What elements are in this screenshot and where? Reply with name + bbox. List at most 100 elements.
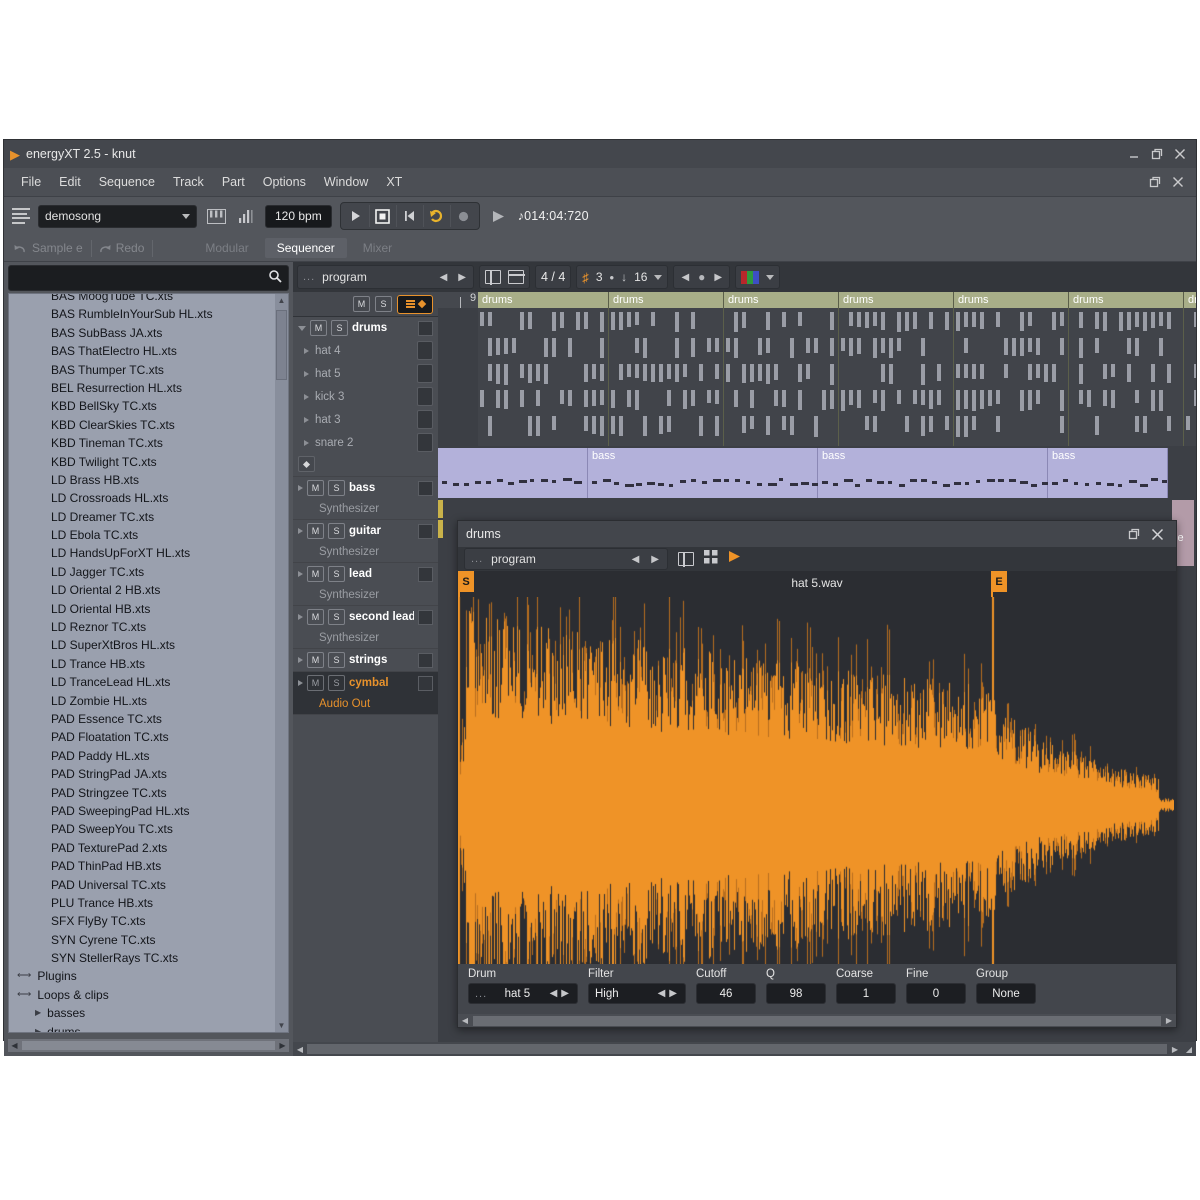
sample-overflow-dots-icon[interactable]: ... <box>471 553 483 565</box>
track-header[interactable]: MSdrumshat 4hat 5kick 3hat 3snare 2 <box>293 317 438 477</box>
scroll-thumb[interactable] <box>276 310 287 380</box>
param-next-arrow-icon[interactable]: ▶ <box>667 988 679 999</box>
drum-clip[interactable]: drums <box>839 292 954 446</box>
h-scroll-thumb[interactable] <box>22 1041 275 1050</box>
scroll-down-arrow-icon[interactable]: ▼ <box>275 1019 288 1032</box>
nav-dot-icon[interactable]: ● <box>698 270 705 284</box>
track-menu-button[interactable] <box>397 295 433 314</box>
browser-vertical-scrollbar[interactable]: ▲ ▼ <box>275 294 288 1032</box>
param-field[interactable]: 98 <box>766 983 826 1004</box>
split-horizontal-icon[interactable] <box>508 270 524 284</box>
file-item[interactable]: PAD ThinPad HB.xts <box>9 857 288 875</box>
subtrack-row[interactable]: hat 5 <box>293 362 438 385</box>
color-swatch[interactable] <box>741 271 759 284</box>
sample-part-selector[interactable]: ... program ◀ ▶ <box>464 548 668 570</box>
next-arrow-icon[interactable]: ▶ <box>456 272 468 283</box>
drum-clip[interactable]: drums <box>1069 292 1184 446</box>
track-header[interactable]: MScymbalAudio Out <box>293 672 438 715</box>
track-mute-button[interactable]: M <box>310 320 327 336</box>
tab-mixer[interactable]: Mixer <box>351 238 404 258</box>
track-header[interactable]: MSleadSynthesizer <box>293 563 438 606</box>
file-item[interactable]: LD Ebola TC.xts <box>9 526 288 544</box>
record-button[interactable] <box>451 205 477 227</box>
param-prev-arrow-icon[interactable]: ◀ <box>548 988 560 999</box>
waveform-display[interactable]: hat 5.wav S E <box>458 571 1176 964</box>
folder-arrow-icon[interactable]: ▶ <box>35 1023 41 1033</box>
bpm-field[interactable]: 120 bpm <box>265 205 332 228</box>
file-item[interactable]: LD Oriental 2 HB.xts <box>9 581 288 599</box>
file-item[interactable]: KBD BellSky TC.xts <box>9 397 288 415</box>
drum-clip[interactable]: dr <box>1184 292 1196 446</box>
file-item[interactable]: BAS RumbleInYourSub HL.xts <box>9 305 288 323</box>
sample-editor-scrollbar[interactable]: ◀ ▶ <box>458 1014 1176 1027</box>
file-item[interactable]: BAS ThatElectro HL.xts <box>9 342 288 360</box>
redo-button[interactable]: Redo <box>96 240 154 257</box>
subtrack-row[interactable]: hat 4 <box>293 339 438 362</box>
color-chip[interactable] <box>753 271 759 284</box>
file-item[interactable]: LD Oriental HB.xts <box>9 600 288 618</box>
param-field[interactable]: 46 <box>696 983 756 1004</box>
track-header[interactable]: MSbassSynthesizer <box>293 477 438 520</box>
track-slot[interactable] <box>418 321 433 336</box>
file-item[interactable]: PAD Essence TC.xts <box>9 710 288 728</box>
expand-arrow-icon[interactable] <box>298 614 303 620</box>
sample-scroll-thumb[interactable] <box>473 1016 1161 1026</box>
subtrack-slot[interactable] <box>417 433 433 452</box>
undo-button[interactable]: Sample e <box>12 240 92 257</box>
subtrack-row[interactable]: hat 3 <box>293 408 438 431</box>
bass-clip[interactable]: bass <box>588 448 818 498</box>
menu-item-window[interactable]: Window <box>315 173 377 191</box>
file-item[interactable]: LD Brass HB.xts <box>9 471 288 489</box>
file-item[interactable]: LD Crossroads HL.xts <box>9 489 288 507</box>
tab-modular[interactable]: Modular <box>193 238 260 258</box>
subtrack-slot[interactable] <box>417 341 433 360</box>
scroll-left-arrow-icon[interactable]: ◀ <box>8 1041 21 1050</box>
tab-sequencer[interactable]: Sequencer <box>265 238 347 258</box>
browser-root-item[interactable]: ⟷Loops & clips <box>9 986 288 1004</box>
stop-button[interactable] <box>370 205 397 227</box>
keyboard-icon[interactable] <box>205 206 227 226</box>
param-next-arrow-icon[interactable]: ▶ <box>559 988 571 999</box>
scroll-up-arrow-icon[interactable]: ▲ <box>275 294 288 307</box>
document-restore-icon[interactable] <box>1149 176 1161 188</box>
overflow-dots-icon[interactable]: ... <box>303 271 315 283</box>
menu-item-sequence[interactable]: Sequence <box>90 173 164 191</box>
menu-item-xt[interactable]: XT <box>377 173 411 191</box>
sample-prev-arrow-icon[interactable]: ◀ <box>630 554 642 565</box>
minimize-icon[interactable] <box>1129 149 1140 160</box>
sample-scroll-left-icon[interactable]: ◀ <box>458 1016 472 1025</box>
sample-play-triangle-icon[interactable] <box>728 550 741 568</box>
track-solo-button[interactable]: S <box>328 652 345 668</box>
track-header[interactable]: MSstrings <box>293 649 438 672</box>
file-item[interactable]: PAD Paddy HL.xts <box>9 747 288 765</box>
seq-scroll-right-icon[interactable]: ▶ <box>1168 1045 1182 1054</box>
subtrack-slot[interactable] <box>417 364 433 383</box>
expand-arrow-icon[interactable] <box>304 440 309 446</box>
param-field[interactable]: ...hat 5◀▶ <box>468 983 578 1004</box>
file-item[interactable]: PAD Stringzee TC.xts <box>9 784 288 802</box>
browser-folder-item[interactable]: ▶drums <box>9 1023 288 1033</box>
expand-arrow-icon[interactable] <box>298 528 303 534</box>
file-item[interactable]: LD Jagger TC.xts <box>9 563 288 581</box>
color-picker-group[interactable] <box>735 265 780 289</box>
subtrack-slot[interactable] <box>417 387 433 406</box>
drum-clip[interactable]: drums <box>954 292 1069 446</box>
menu-item-file[interactable]: File <box>12 173 50 191</box>
browser-root-item[interactable]: ⟷Plugins <box>9 967 288 985</box>
seq-scroll-left-icon[interactable]: ◀ <box>293 1045 307 1054</box>
chevron-down-icon[interactable] <box>654 275 662 280</box>
start-marker[interactable]: S <box>458 571 474 592</box>
track-mute-button[interactable]: M <box>307 609 324 625</box>
color-chevron-down-icon[interactable] <box>766 275 774 280</box>
file-item[interactable]: LD HandsUpForXT HL.xts <box>9 544 288 562</box>
loop-button[interactable] <box>424 205 451 227</box>
file-item[interactable]: PAD StringPad JA.xts <box>9 765 288 783</box>
view-mode-group[interactable] <box>479 265 530 289</box>
file-list[interactable]: BAS MoogTube TC.xtsBAS RumbleInYourSub H… <box>8 293 289 1033</box>
file-item[interactable]: PAD TexturePad 2.xts <box>9 839 288 857</box>
expand-arrow-icon[interactable] <box>298 680 303 686</box>
sample-scroll-right-icon[interactable]: ▶ <box>1162 1016 1176 1025</box>
track-mute-button[interactable]: M <box>307 652 324 668</box>
level-meter-icon[interactable] <box>235 206 257 226</box>
param-field[interactable]: 0 <box>906 983 966 1004</box>
